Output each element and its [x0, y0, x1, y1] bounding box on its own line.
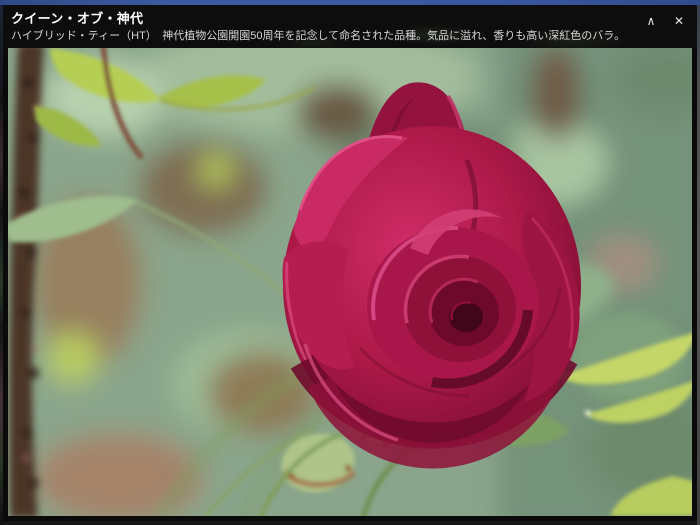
chevron-up-icon: ∧: [647, 14, 656, 28]
image-caption: ハイブリッド・ティー（HT） 神代植物公園開園50周年を記念して命名された品種。…: [11, 29, 689, 44]
lightbox-header: クイーン・オブ・神代 ハイブリッド・ティー（HT） 神代植物公園開園50周年を記…: [3, 5, 697, 48]
rose-photo: [8, 48, 692, 516]
lightbox-controls: ∧ ✕: [643, 13, 687, 29]
image-title: クイーン・オブ・神代: [11, 11, 689, 27]
close-icon: ✕: [674, 14, 684, 28]
collapse-caption-button[interactable]: ∧: [643, 13, 659, 29]
screen: クイーン・オブ・神代 ハイブリッド・ティー（HT） 神代植物公園開園50周年を記…: [0, 0, 700, 525]
image-lightbox: クイーン・オブ・神代 ハイブリッド・ティー（HT） 神代植物公園開園50周年を記…: [3, 5, 697, 521]
rose-photo-illustration: [8, 48, 692, 516]
page-behind-bottom-strip: [3, 521, 697, 525]
close-button[interactable]: ✕: [671, 13, 687, 29]
